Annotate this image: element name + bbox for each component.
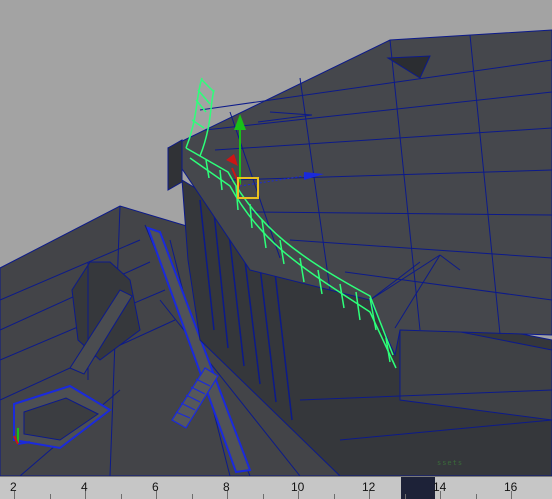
timeline-frame-label: 12 (362, 480, 376, 494)
timeline-tick (120, 494, 122, 499)
timeline-tick (475, 494, 477, 499)
current-time-indicator[interactable] (400, 477, 435, 499)
timeline-frame-label: 2 (10, 480, 17, 494)
time-slider[interactable]: 2 4 6 8 10 12 14 16 (0, 476, 552, 499)
3d-viewport[interactable]: ssets (0, 0, 552, 476)
timeline-frame-label: 6 (152, 480, 159, 494)
timeline-frame-label: 14 (433, 480, 447, 494)
timeline-frame-label: 10 (291, 480, 305, 494)
timeline-tick (191, 494, 193, 499)
viewport-canvas[interactable] (0, 0, 552, 476)
timeline-tick (262, 494, 264, 499)
timeline-tick (333, 494, 335, 499)
timeline-tick (49, 494, 51, 499)
timeline-tick (404, 494, 406, 499)
timeline-frame-label: 4 (81, 480, 88, 494)
timeline-frame-label: 16 (504, 480, 518, 494)
timeline-frame-label: 8 (223, 480, 230, 494)
scene-label: ssets (437, 459, 464, 467)
